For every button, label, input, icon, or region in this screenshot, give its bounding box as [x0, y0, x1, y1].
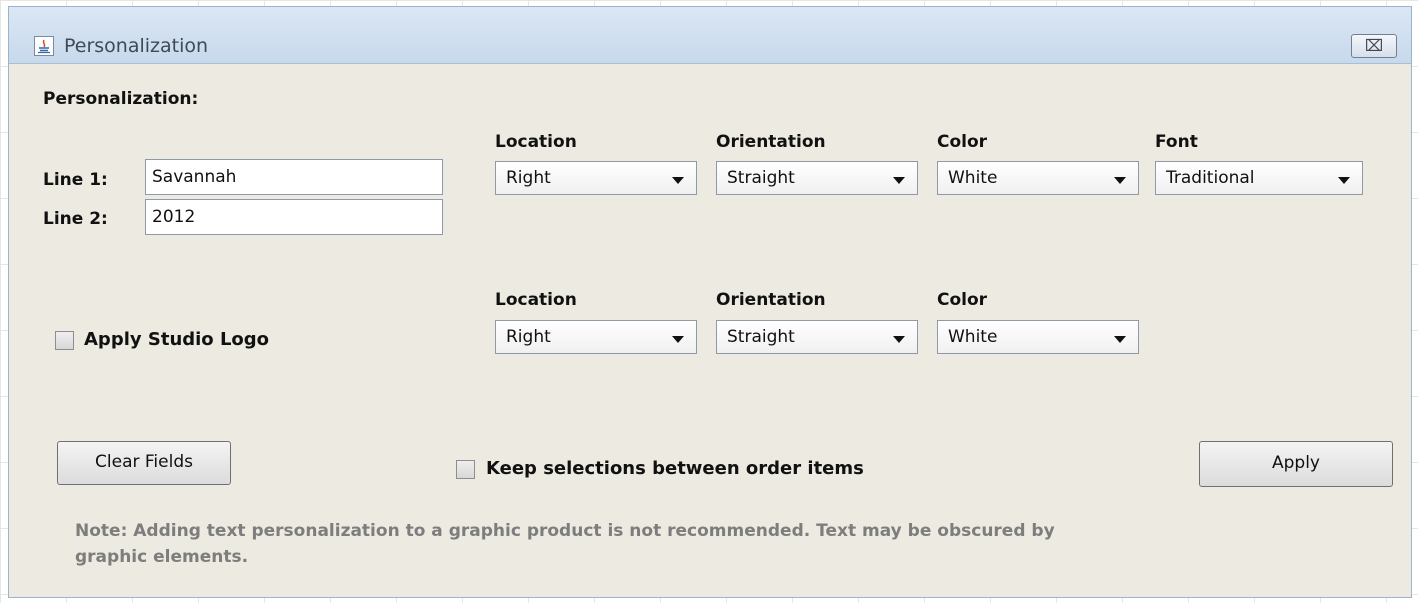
chevron-down-icon	[1338, 177, 1350, 184]
title-bar: Personalization ⌧	[9, 7, 1411, 64]
orientation-header: Orientation	[716, 132, 826, 152]
clear-fields-button[interactable]: Clear Fields	[57, 441, 231, 485]
window-title: Personalization	[64, 35, 209, 57]
location-header: Location	[495, 132, 577, 152]
close-icon: ⌧	[1364, 36, 1384, 55]
logo-color-value: White	[948, 327, 998, 347]
line2-label: Line 2:	[43, 209, 108, 229]
text-color-value: White	[948, 168, 998, 188]
note-line-1: Note: Adding text personalization to a g…	[75, 521, 1055, 541]
apply-button[interactable]: Apply	[1199, 441, 1393, 487]
text-location-select[interactable]: Right	[495, 161, 697, 195]
text-location-value: Right	[506, 168, 551, 188]
apply-label: Apply	[1272, 453, 1320, 473]
logo-orientation-header: Orientation	[716, 290, 826, 310]
section-title: Personalization:	[43, 89, 199, 109]
chevron-down-icon	[893, 336, 905, 343]
chevron-down-icon	[672, 336, 684, 343]
clear-fields-label: Clear Fields	[95, 452, 193, 472]
apply-logo-label[interactable]: Apply Studio Logo	[84, 329, 269, 350]
close-button[interactable]: ⌧	[1351, 34, 1397, 58]
logo-location-select[interactable]: Right	[495, 320, 697, 354]
logo-color-select[interactable]: White	[937, 320, 1139, 354]
font-header: Font	[1155, 132, 1198, 152]
line1-label: Line 1:	[43, 170, 108, 190]
chevron-down-icon	[893, 177, 905, 184]
text-orientation-select[interactable]: Straight	[716, 161, 918, 195]
apply-logo-checkbox[interactable]	[55, 331, 74, 350]
logo-orientation-select[interactable]: Straight	[716, 320, 918, 354]
chevron-down-icon	[1114, 336, 1126, 343]
java-app-icon	[34, 36, 54, 56]
chevron-down-icon	[1114, 177, 1126, 184]
note-text: Note: Adding text personalization to a g…	[75, 518, 1375, 570]
logo-orientation-value: Straight	[727, 327, 795, 347]
line2-input[interactable]	[145, 199, 443, 235]
text-color-select[interactable]: White	[937, 161, 1139, 195]
line1-input[interactable]	[145, 159, 443, 195]
text-orientation-value: Straight	[727, 168, 795, 188]
chevron-down-icon	[672, 177, 684, 184]
keep-selections-checkbox[interactable]	[456, 460, 475, 479]
logo-location-value: Right	[506, 327, 551, 347]
text-font-value: Traditional	[1166, 168, 1255, 188]
text-font-select[interactable]: Traditional	[1155, 161, 1363, 195]
logo-location-header: Location	[495, 290, 577, 310]
keep-selections-label[interactable]: Keep selections between order items	[486, 458, 864, 479]
color-header: Color	[937, 132, 988, 152]
logo-color-header: Color	[937, 290, 988, 310]
note-line-2: graphic elements.	[75, 547, 249, 567]
personalization-dialog: Personalization ⌧ Personalization: Locat…	[8, 6, 1412, 598]
